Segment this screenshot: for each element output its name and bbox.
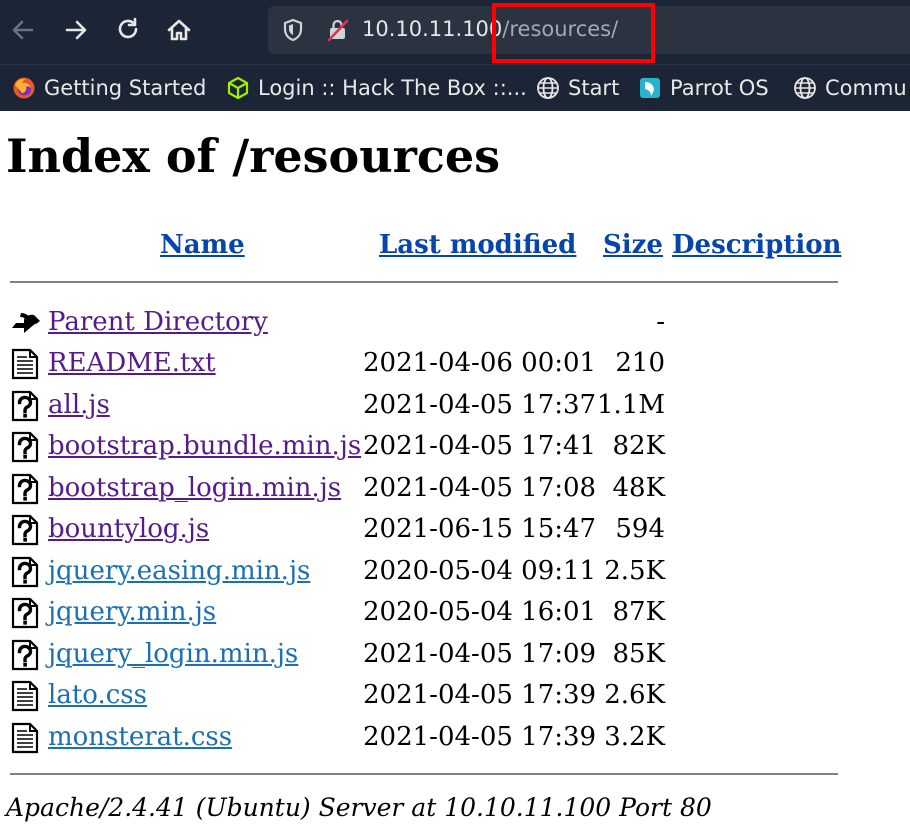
text-file-icon bbox=[11, 680, 39, 712]
sort-by-description-link[interactable]: Description bbox=[672, 229, 841, 261]
table-row: README.txt 2021-04-06 00:01 210 bbox=[0, 344, 910, 384]
unknown-file-icon bbox=[11, 556, 39, 587]
htb-cube-icon bbox=[227, 76, 249, 100]
bookmark-getting-started[interactable]: Getting Started bbox=[12, 74, 206, 102]
file-link[interactable]: bootstrap.bundle.min.js bbox=[48, 430, 361, 462]
file-size: 1.1M bbox=[597, 389, 665, 420]
back-button[interactable] bbox=[5, 12, 41, 48]
file-size: 210 bbox=[615, 348, 665, 378]
text-file-icon bbox=[11, 722, 39, 753]
browser-toolbar: 10.10.11.100/resources/ bbox=[0, 0, 910, 64]
unknown-file-icon bbox=[11, 639, 39, 670]
table-row: jquery.easing.min.js 2020-05-04 09:11 2.5K bbox=[0, 552, 910, 592]
file-link[interactable]: bootstrap_login.min.js bbox=[48, 472, 341, 504]
bookmark-community[interactable]: Commu bbox=[793, 74, 907, 102]
file-date: 2021-04-05 17:08 bbox=[363, 472, 597, 503]
highlight-annotation-box bbox=[492, 3, 655, 63]
back-arrow-icon bbox=[12, 20, 34, 40]
forward-button[interactable] bbox=[58, 12, 94, 48]
file-link[interactable]: bountylog.js bbox=[48, 513, 209, 545]
file-date: 2021-04-05 17:09 bbox=[363, 638, 597, 669]
file-size: 48K bbox=[612, 472, 665, 503]
sort-by-name-link[interactable]: Name bbox=[160, 229, 245, 261]
file-link[interactable]: lato.css bbox=[48, 679, 147, 711]
table-row: jquery_login.min.js 2021-04-05 17:09 85K bbox=[0, 635, 910, 675]
home-icon bbox=[167, 19, 191, 41]
bookmark-hack-the-box[interactable]: Login :: Hack The Box ::... bbox=[226, 74, 527, 102]
bookmark-start[interactable]: Start bbox=[536, 74, 619, 102]
file-link[interactable]: monsterat.css bbox=[48, 721, 232, 753]
server-signature: Apache/2.4.41 (Ubuntu) Server at 10.10.1… bbox=[6, 793, 712, 822]
table-row: all.js 2021-04-05 17:37 1.1M bbox=[0, 386, 910, 426]
file-link[interactable]: jquery_login.min.js bbox=[48, 638, 298, 670]
parent-directory-link[interactable]: Parent Directory bbox=[48, 306, 268, 338]
parent-directory-row: Parent Directory - bbox=[0, 303, 910, 343]
file-date: 2021-06-15 15:47 bbox=[363, 514, 597, 544]
file-size: 2.6K bbox=[604, 680, 665, 710]
forward-arrow-icon bbox=[65, 20, 87, 40]
table-row: lato.css 2021-04-05 17:39 2.6K bbox=[0, 676, 910, 716]
reload-icon bbox=[118, 17, 138, 39]
file-date: 2020-05-04 09:11 bbox=[363, 555, 597, 586]
unknown-file-icon bbox=[11, 514, 39, 546]
parrot-icon bbox=[640, 78, 660, 98]
file-size: 594 bbox=[615, 514, 665, 544]
file-link[interactable]: README.txt bbox=[48, 347, 216, 379]
table-row: bootstrap_login.min.js 2021-04-05 17:08 48… bbox=[0, 469, 910, 509]
home-button[interactable] bbox=[161, 12, 197, 48]
file-date: 2021-04-05 17:39 bbox=[363, 680, 597, 710]
file-date: 2021-04-05 17:37 bbox=[363, 389, 597, 420]
bookmark-parrot-os[interactable]: Parrot OS bbox=[638, 74, 769, 102]
firefox-icon bbox=[13, 77, 35, 99]
reload-button[interactable] bbox=[110, 12, 146, 48]
unknown-file-icon bbox=[11, 597, 39, 629]
file-date: 2021-04-06 00:01 bbox=[363, 348, 597, 378]
bookmarks-toolbar: Getting Started Login :: Hack The Box ::… bbox=[0, 64, 910, 111]
file-link[interactable]: jquery.min.js bbox=[48, 596, 216, 628]
back-folder-icon bbox=[12, 313, 40, 333]
parent-size: - bbox=[656, 307, 665, 337]
file-link[interactable]: all.js bbox=[48, 389, 110, 421]
file-size: 82K bbox=[612, 431, 665, 461]
unknown-file-icon bbox=[11, 473, 39, 504]
globe-icon bbox=[794, 77, 816, 99]
table-row: jquery.min.js 2020-05-04 16:01 87K bbox=[0, 593, 910, 633]
file-date: 2021-04-05 17:39 bbox=[363, 721, 597, 752]
file-size: 3.2K bbox=[604, 721, 665, 752]
unknown-file-icon bbox=[11, 431, 39, 463]
file-link[interactable]: jquery.easing.min.js bbox=[48, 555, 310, 587]
sort-by-last-modified-link[interactable]: Last modified bbox=[379, 229, 576, 261]
url-host: 10.10.11.100 bbox=[362, 17, 503, 41]
file-size: 85K bbox=[612, 638, 665, 669]
file-date: 2020-05-04 16:01 bbox=[363, 597, 597, 627]
footer-divider bbox=[10, 773, 838, 775]
table-row: bootstrap.bundle.min.js 2021-04-05 17:41 8… bbox=[0, 427, 910, 467]
file-size: 2.5K bbox=[604, 555, 665, 586]
insecure-lock-icon[interactable] bbox=[326, 18, 350, 42]
sort-by-size-link[interactable]: Size bbox=[603, 229, 663, 261]
file-size: 87K bbox=[612, 597, 665, 627]
table-row: bountylog.js 2021-06-15 15:47 594 bbox=[0, 510, 910, 550]
page-title: Index of /resources bbox=[6, 129, 501, 183]
globe-icon bbox=[537, 77, 559, 99]
file-date: 2021-04-05 17:41 bbox=[363, 431, 597, 461]
unknown-file-icon bbox=[11, 390, 39, 421]
header-divider bbox=[10, 281, 838, 283]
text-file-icon bbox=[11, 348, 39, 380]
shield-icon[interactable] bbox=[282, 18, 304, 42]
table-row: monsterat.css 2021-04-05 17:39 3.2K bbox=[0, 718, 910, 758]
